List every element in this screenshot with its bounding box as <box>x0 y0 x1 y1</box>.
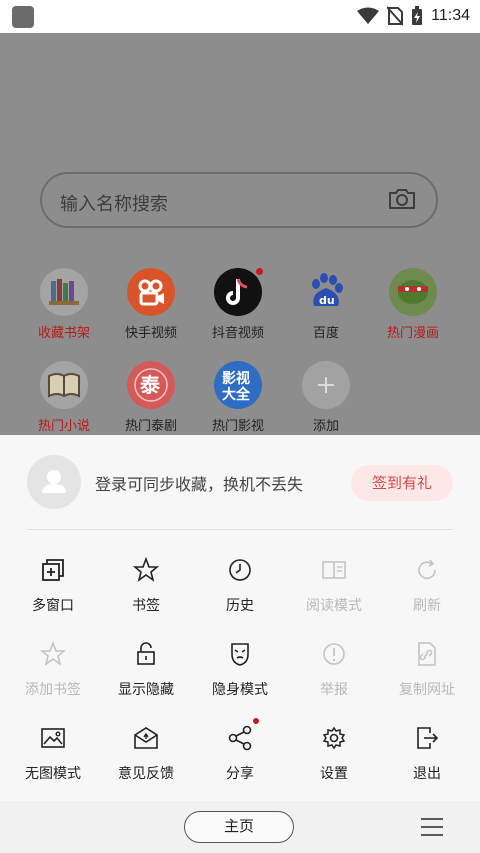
shortcut-label: 百度 <box>312 326 339 341</box>
multi-window-icon <box>42 559 64 581</box>
clock-icon <box>229 559 251 581</box>
shortcut-label: 添加 <box>312 419 339 434</box>
menu-label: 添加书签 <box>25 682 81 698</box>
menu-label: 书签 <box>132 598 160 614</box>
bottom-bar: 主页 <box>0 801 480 853</box>
shortcut-label: 收藏书架 <box>37 326 90 341</box>
shortcut-add[interactable]: 添加 <box>283 361 369 434</box>
baidu-icon: du <box>302 268 350 316</box>
status-bar: 11:34 <box>0 0 480 33</box>
login-prompt[interactable]: 登录可同步收藏，换机不丢失 <box>95 471 303 495</box>
menu-label: 设置 <box>320 766 348 782</box>
menu-refresh[interactable]: 刷新 <box>379 557 475 617</box>
search-placeholder: 输入名称搜索 <box>60 194 168 215</box>
exit-icon <box>417 727 439 749</box>
svg-text:影视: 影视 <box>222 370 250 387</box>
douyin-icon <box>214 268 263 316</box>
menu-multi-window[interactable]: 多窗口 <box>5 557 101 617</box>
gear-icon <box>322 726 346 750</box>
shortcut-douyin[interactable]: 抖音视频 <box>195 268 281 341</box>
menu-label: 分享 <box>226 766 254 782</box>
shortcut-comics[interactable]: 热门漫画 <box>370 268 456 341</box>
alert-icon <box>323 643 345 665</box>
menu-label: 举报 <box>320 682 348 698</box>
add-icon <box>302 361 350 409</box>
shortcut-movies[interactable]: 影视 大全 热门影视 <box>195 361 281 434</box>
menu-history[interactable]: 历史 <box>192 557 288 617</box>
shortcut-label: 热门泰剧 <box>124 419 177 434</box>
status-icons: 11:34 <box>357 6 470 26</box>
menu-settings[interactable]: 设置 <box>286 725 382 785</box>
comics-icon <box>389 268 437 316</box>
shortcut-label: 抖音视频 <box>211 326 264 341</box>
menu-add-bookmark[interactable]: 添加书签 <box>5 640 101 701</box>
avatar[interactable] <box>27 455 81 509</box>
shortcut-baidu[interactable]: du 百度 <box>283 268 369 341</box>
menu-show-hidden[interactable]: 显示隐藏 <box>98 641 194 701</box>
svg-text:du: du <box>319 294 335 307</box>
search-bar[interactable]: 输入名称搜索 <box>40 172 438 228</box>
menu-label: 多窗口 <box>32 598 74 614</box>
lock-icon <box>137 642 155 665</box>
notification-app-icon <box>12 6 34 28</box>
shortcut-kuaishou[interactable]: 快手视频 <box>108 268 194 341</box>
no-sim-icon <box>387 6 404 26</box>
home-button[interactable]: 主页 <box>184 811 294 843</box>
shortcut-label: 热门影视 <box>211 419 264 434</box>
star-outline-icon <box>39 640 67 666</box>
menu-label: 退出 <box>413 766 441 782</box>
mask-icon <box>231 643 249 666</box>
kuaishou-icon <box>127 268 175 316</box>
signin-reward-button[interactable]: 签到有礼 <box>351 465 453 501</box>
menu-exit[interactable]: 退出 <box>379 725 475 785</box>
status-time: 11:34 <box>431 7 470 24</box>
copy-link-icon <box>418 642 436 666</box>
menu-label: 复制网址 <box>399 682 455 698</box>
shortcut-bookshelf[interactable]: 收藏书架 <box>21 268 107 341</box>
menu-label: 无图模式 <box>25 766 81 782</box>
svg-text:大全: 大全 <box>222 386 251 403</box>
menu-label: 显示隐藏 <box>118 682 174 698</box>
movies-icon: 影视 大全 <box>214 361 262 409</box>
shortcut-thai-drama[interactable]: 泰 热门泰剧 <box>108 361 194 434</box>
menu-no-image[interactable]: 无图模式 <box>5 725 101 785</box>
menu-feedback[interactable]: 意见反馈 <box>98 725 194 785</box>
open-book-icon <box>40 361 88 409</box>
wifi-icon <box>357 7 380 24</box>
shortcut-label: 热门小说 <box>37 419 90 434</box>
menu-incognito[interactable]: 隐身模式 <box>192 641 288 701</box>
refresh-icon <box>418 559 436 580</box>
notification-dot <box>256 268 263 275</box>
menu-share[interactable]: 分享 <box>192 718 288 785</box>
menu-reader-mode[interactable]: 阅读模式 <box>286 557 382 617</box>
battery-charging-icon <box>412 6 423 25</box>
menu-sheet: 登录可同步收藏，换机不丢失 签到有礼 多窗口 书签 历史 阅读模式 刷新 添加书… <box>0 435 480 853</box>
menu-label: 隐身模式 <box>212 682 268 698</box>
bookshelf-icon <box>40 268 88 316</box>
image-icon <box>41 728 65 748</box>
reader-icon <box>322 561 346 579</box>
menu-label: 意见反馈 <box>118 766 174 782</box>
share-icon <box>228 718 259 751</box>
shortcut-label: 热门漫画 <box>386 326 439 341</box>
divider <box>27 529 453 530</box>
shortcut-label: 快手视频 <box>124 326 177 341</box>
thai-glyph: 泰 <box>139 373 161 397</box>
menu-bookmarks[interactable]: 书签 <box>98 556 194 617</box>
star-icon <box>132 556 160 582</box>
menu-label: 刷新 <box>413 598 441 614</box>
menu-copy-url[interactable]: 复制网址 <box>379 641 475 701</box>
shortcut-novels[interactable]: 热门小说 <box>21 361 107 434</box>
menu-label: 历史 <box>226 598 254 614</box>
feedback-icon <box>134 727 158 749</box>
camera-icon[interactable] <box>388 187 416 211</box>
login-row[interactable]: 登录可同步收藏，换机不丢失 签到有礼 <box>27 455 453 511</box>
menu-label: 阅读模式 <box>306 598 362 614</box>
menu-report[interactable]: 举报 <box>286 641 382 701</box>
thai-drama-icon: 泰 <box>127 361 175 409</box>
hamburger-menu-icon[interactable] <box>420 817 444 837</box>
